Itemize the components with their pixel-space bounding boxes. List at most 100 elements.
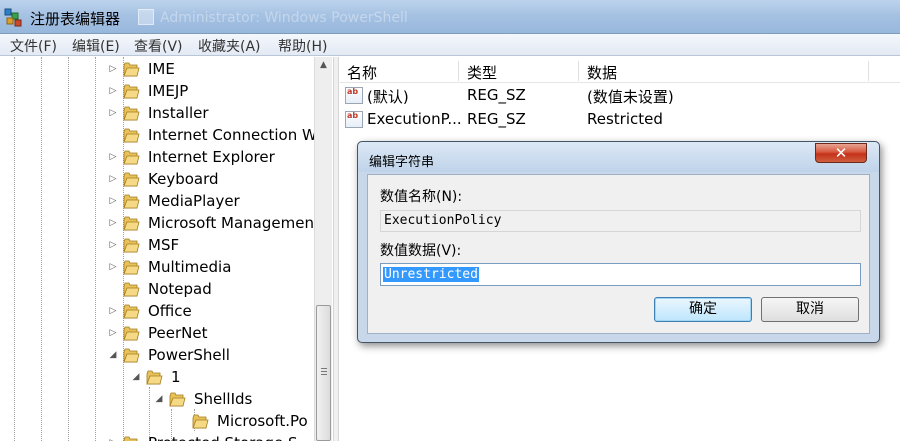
value-name: ExecutionP... (367, 110, 462, 128)
value-name: (默认) (367, 88, 409, 106)
tree-item-label: Notepad (148, 280, 212, 298)
tree-item[interactable]: ◢ ShellIds (4, 389, 314, 411)
menu-file[interactable]: 文件(F) (10, 36, 57, 56)
tree-item[interactable]: ▷ Internet Explorer (4, 147, 314, 169)
title-bar: 注册表编辑器 Administrator: Windows PowerShell (0, 0, 900, 34)
list-item[interactable]: ab ExecutionP... REG_SZ Restricted (340, 109, 900, 131)
value-type: REG_SZ (467, 110, 526, 128)
folder-icon (123, 304, 140, 319)
string-value-icon: ab (345, 87, 363, 104)
tree-item[interactable]: ▷ Keyboard (4, 169, 314, 191)
value-name-label: 数值名称(N): (380, 189, 463, 205)
folder-icon (123, 436, 138, 441)
list-header: 名称 类型 数据 (340, 59, 900, 83)
expander-arrow-icon[interactable]: ▷ (108, 196, 118, 207)
expander-arrow-icon[interactable]: ▷ (108, 174, 118, 185)
value-type: REG_SZ (467, 86, 526, 104)
tree-item-label: Installer (148, 104, 209, 122)
folder-icon (123, 238, 140, 253)
tree-item[interactable]: ▷ Microsoft Managemen (4, 213, 314, 235)
close-icon: ✕ (834, 144, 848, 162)
expander-arrow-icon[interactable]: ▷ (108, 240, 118, 251)
folder-icon (123, 62, 140, 77)
column-name[interactable]: 名称 (347, 62, 377, 83)
dialog-body: 数值名称(N): ExecutionPolicy 数值数据(V): Unrest… (367, 174, 870, 334)
tree-item-label: Keyboard (148, 170, 219, 188)
tree-item-label: IMEJP (148, 82, 189, 100)
expander-arrow-icon[interactable]: ▷ (108, 64, 118, 75)
tree-item[interactable]: ▷ IME (4, 59, 314, 81)
tree-item-label: Office (148, 302, 192, 320)
tree-item[interactable]: Notepad (4, 279, 314, 301)
ok-button[interactable]: 确定 (654, 297, 752, 322)
expander-arrow-icon[interactable]: ▷ (108, 218, 118, 229)
column-type[interactable]: 类型 (467, 62, 497, 83)
tree-item[interactable]: ◢ 1 (4, 367, 314, 389)
column-separator[interactable] (458, 61, 459, 81)
dialog-title: 编辑字符串 (369, 155, 435, 170)
scroll-up-arrow-icon[interactable]: ▲ (315, 57, 332, 74)
background-window-title: Administrator: Windows PowerShell (160, 10, 408, 26)
tree-item[interactable]: ▷ Office (4, 301, 314, 323)
menu-view[interactable]: 查看(V) (134, 36, 183, 56)
expander-arrow-icon[interactable]: ▷ (108, 86, 118, 97)
folder-icon (123, 216, 140, 231)
expander-arrow-icon[interactable]: ▷ (108, 306, 118, 317)
folder-icon (169, 392, 186, 407)
folder-icon (123, 282, 140, 297)
pane-splitter[interactable] (333, 57, 339, 441)
tree-item[interactable]: ◢ PowerShell (4, 345, 314, 367)
grip-line (321, 374, 327, 375)
background-window-icon (138, 9, 154, 25)
folder-icon (123, 348, 140, 363)
tree-item[interactable]: Microsoft.Po (4, 411, 314, 433)
window-title: 注册表编辑器 (30, 10, 121, 28)
folder-icon (123, 172, 140, 187)
folder-icon (123, 128, 140, 143)
tree-item-label: IME (148, 60, 175, 78)
close-button[interactable]: ✕ (815, 143, 867, 163)
value-name-field: ExecutionPolicy (380, 210, 861, 232)
expander-arrow-icon[interactable]: ▷ (108, 108, 118, 119)
cancel-button[interactable]: 取消 (761, 297, 859, 322)
menu-favorites[interactable]: 收藏夹(A) (198, 36, 261, 56)
tree-item-label: MediaPlayer (148, 192, 240, 210)
folder-icon (123, 194, 140, 209)
list-item[interactable]: ab (默认) REG_SZ (数值未设置) (340, 85, 900, 107)
column-data[interactable]: 数据 (587, 62, 617, 83)
expander-arrow-icon[interactable]: ◢ (154, 394, 164, 405)
value-data: (数值未设置) (587, 88, 674, 106)
column-separator[interactable] (868, 61, 869, 81)
tree-item-label: MSF (148, 236, 180, 254)
tree-item[interactable]: ▷ MediaPlayer (4, 191, 314, 213)
tree-item-label: 1 (171, 368, 181, 386)
scroll-thumb[interactable] (316, 305, 331, 441)
menu-edit[interactable]: 编辑(E) (72, 36, 120, 56)
tree-item[interactable]: ▷ Multimedia (4, 257, 314, 279)
expander-arrow-icon[interactable]: ◢ (108, 350, 118, 361)
expander-arrow-icon[interactable]: ▷ (108, 328, 118, 339)
tree-item[interactable]: ▷ PeerNet (4, 323, 314, 345)
dialog-title-bar[interactable]: 编辑字符串 ✕ (358, 142, 879, 172)
column-separator[interactable] (578, 61, 579, 81)
folder-icon (123, 260, 140, 275)
expander-arrow-icon[interactable]: ▷ (108, 262, 118, 273)
tree-item[interactable]: Internet Connection W (4, 125, 314, 147)
tree-item[interactable]: ▷ IMEJP (4, 81, 314, 103)
expander-arrow-icon[interactable]: ▷ (108, 152, 118, 163)
edit-string-dialog: 编辑字符串 ✕ 数值名称(N): ExecutionPolicy 数值数据(V)… (357, 141, 880, 343)
tree-item[interactable]: ▷Protected Storage S (4, 433, 314, 441)
folder-icon (123, 106, 140, 121)
registry-tree[interactable]: ▷ IME ▷ IMEJP ▷ Installer Internet Connection … (4, 57, 314, 441)
tree-item-label: PeerNet (148, 324, 208, 342)
expander-arrow-icon[interactable]: ◢ (131, 372, 141, 383)
value-data-input[interactable]: Unrestricted (380, 263, 861, 286)
menu-help[interactable]: 帮助(H) (278, 36, 327, 56)
tree-item[interactable]: ▷ Installer (4, 103, 314, 125)
tree-item-label: ShellIds (194, 390, 253, 408)
tree-item-label: Protected Storage S (148, 434, 298, 441)
tree-item[interactable]: ▷ MSF (4, 235, 314, 257)
tree-scrollbar[interactable]: ▲ (314, 57, 332, 441)
regedit-icon[interactable] (3, 6, 25, 28)
